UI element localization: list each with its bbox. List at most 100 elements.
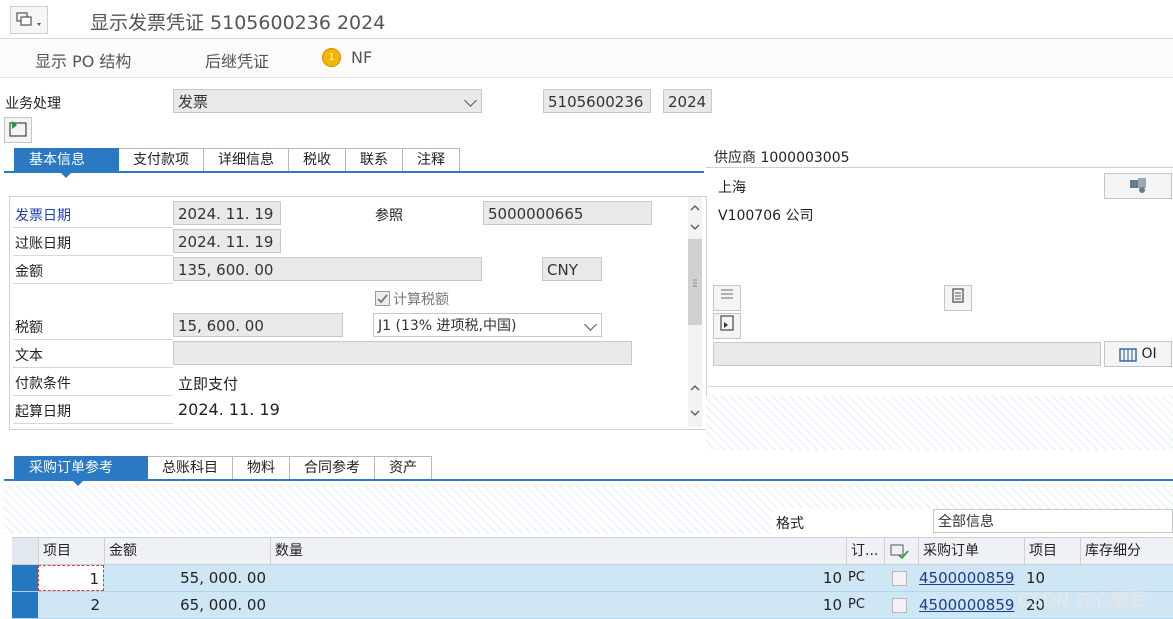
vendor-info-field[interactable] xyxy=(713,342,1101,366)
tab-underline xyxy=(4,171,704,173)
grid-header: 项目 金额 数量 订... 采购订单 项目 库存细分 xyxy=(12,537,1173,565)
tab-indicator xyxy=(60,172,72,178)
nf-button[interactable]: NF xyxy=(351,48,372,67)
check-status-icon xyxy=(890,544,909,560)
col-stock-segment[interactable]: 库存细分 xyxy=(1080,538,1173,564)
document-button[interactable] xyxy=(713,313,741,339)
text-field[interactable] xyxy=(173,341,632,365)
transaction-value: 发票 xyxy=(178,93,209,111)
tax-amount-field[interactable]: 15, 600. 00 xyxy=(173,313,343,337)
vendor-title: 供应商 1000003005 xyxy=(714,150,850,166)
row-divider xyxy=(13,283,173,284)
posting-date-field[interactable]: 2024. 11. 19 xyxy=(173,229,281,253)
cell-item[interactable]: 2 xyxy=(38,592,104,618)
cell-po-link[interactable]: 4500000859 xyxy=(919,592,1023,618)
cell-unit: PC xyxy=(848,570,865,585)
row-checkbox[interactable] xyxy=(892,571,907,586)
tab-po-reference[interactable]: 采购订单参考 xyxy=(14,456,148,480)
tab-tax[interactable]: 税收 xyxy=(289,148,346,172)
empty-area xyxy=(706,396,1173,450)
baseline-date-value: 2024. 11. 19 xyxy=(178,400,280,419)
payment-terms-value: 立即支付 xyxy=(178,375,239,393)
show-po-structure-button[interactable]: 显示 PO 结构 xyxy=(35,48,131,72)
col-item[interactable]: 项目 xyxy=(38,538,104,564)
tab-details[interactable]: 详细信息 xyxy=(204,148,289,172)
document-number-field: 5105600236 xyxy=(543,89,651,113)
coin-badge-icon: 1 xyxy=(322,48,341,67)
puzzle-icon xyxy=(1130,178,1146,193)
select-all-cell[interactable] xyxy=(12,538,38,564)
cell-amount[interactable]: 55, 000. 00 xyxy=(104,565,270,591)
chevron-down-icon xyxy=(584,318,597,331)
cell-amount[interactable]: 65, 000. 00 xyxy=(104,592,270,618)
row-selector[interactable] xyxy=(12,592,38,618)
tab-material[interactable]: 物料 xyxy=(233,456,290,480)
layout-label: 格式 xyxy=(776,516,804,532)
menu-icon xyxy=(16,12,41,26)
cell-checkbox[interactable] xyxy=(892,592,912,618)
document-arrow-icon xyxy=(720,315,734,331)
toggle-panel-button[interactable] xyxy=(4,117,32,143)
item-tabs: 采购订单参考 总账科目 物料 合同参考 资产 xyxy=(14,456,432,480)
cell-checkbox[interactable] xyxy=(892,565,912,591)
cell-quantity[interactable]: 10 xyxy=(270,592,846,618)
watermark: CSDN @心情豆 xyxy=(1018,590,1148,611)
invoice-date-label: 发票日期 xyxy=(15,208,71,224)
clipboard-button[interactable] xyxy=(944,285,972,311)
col-amount[interactable]: 金额 xyxy=(104,538,270,564)
vendor-master-button[interactable] xyxy=(1104,173,1172,199)
cell-unit: PC xyxy=(848,597,865,612)
open-items-label: OI xyxy=(1141,346,1157,362)
vendor-title-bar: 供应商 1000003005 xyxy=(706,145,1173,168)
amount-label: 金额 xyxy=(15,264,43,280)
row-divider xyxy=(13,423,173,424)
cell-quantity[interactable]: 10 xyxy=(270,565,846,591)
cell-item[interactable]: 1 xyxy=(38,565,104,591)
chevron-down-icon xyxy=(464,94,477,107)
panel-scrollbar[interactable] xyxy=(688,197,702,427)
fiscal-year-field: 2024 xyxy=(663,89,712,113)
col-order-unit[interactable]: 订... xyxy=(846,538,884,564)
follow-on-documents-button[interactable]: 后继凭证 xyxy=(205,48,269,72)
col-status[interactable] xyxy=(884,538,918,564)
tab-payment[interactable]: 支付款项 xyxy=(119,148,204,172)
item-tab-underline xyxy=(4,479,1173,481)
table-icon xyxy=(1119,347,1137,362)
tax-code-value: J1 (13% 进项税,中国) xyxy=(378,318,517,334)
col-po[interactable]: 采购订单 xyxy=(918,538,1024,564)
list-icon xyxy=(721,289,733,299)
col-po-item[interactable]: 项目 xyxy=(1024,538,1080,564)
title-bar: 显示发票凭证 5105600236 2024 xyxy=(0,0,1173,39)
row-divider xyxy=(13,367,173,368)
layout-select[interactable]: 全部信息 xyxy=(933,509,1173,533)
calc-tax-checkbox[interactable] xyxy=(375,291,390,306)
tab-notes[interactable]: 注释 xyxy=(403,148,460,172)
tab-contract-reference[interactable]: 合同参考 xyxy=(290,456,375,480)
tab-basic-info[interactable]: 基本信息 xyxy=(14,148,119,172)
tab-asset[interactable]: 资产 xyxy=(375,456,432,480)
table-row[interactable]: 2 65, 000. 00 10 PC 4500000859 20 xyxy=(12,592,1173,619)
currency-field[interactable]: CNY xyxy=(542,257,602,281)
transaction-label: 业务处理 xyxy=(5,96,61,112)
invoice-date-field[interactable]: 2024. 11. 19 xyxy=(173,201,281,225)
reference-label: 参照 xyxy=(375,208,403,224)
amount-field[interactable]: 135, 600. 00 xyxy=(173,257,482,281)
table-row[interactable]: 1 55, 000. 00 10 PC 4500000859 10 xyxy=(12,565,1173,592)
scrollbar-graphic xyxy=(688,205,702,416)
calc-tax-label: 计算税额 xyxy=(393,292,449,308)
list-button[interactable] xyxy=(713,285,741,311)
tab-contact[interactable]: 联系 xyxy=(346,148,403,172)
open-items-button[interactable]: OI xyxy=(1104,341,1172,367)
transaction-select[interactable]: 发票 xyxy=(173,89,482,113)
col-quantity[interactable]: 数量 xyxy=(270,538,846,564)
cell-po-link[interactable]: 4500000859 xyxy=(919,565,1023,591)
tax-code-select[interactable]: J1 (13% 进项税,中国) xyxy=(373,313,602,337)
page-title: 显示发票凭证 5105600236 2024 xyxy=(90,12,386,34)
reference-field[interactable]: 5000000665 xyxy=(483,201,652,225)
menu-button[interactable] xyxy=(10,6,48,34)
clipboard-icon xyxy=(952,288,964,303)
row-checkbox[interactable] xyxy=(892,598,907,613)
tab-gl-account[interactable]: 总账科目 xyxy=(148,456,233,480)
panel-toggle-icon xyxy=(9,121,27,137)
row-selector[interactable] xyxy=(12,565,38,591)
